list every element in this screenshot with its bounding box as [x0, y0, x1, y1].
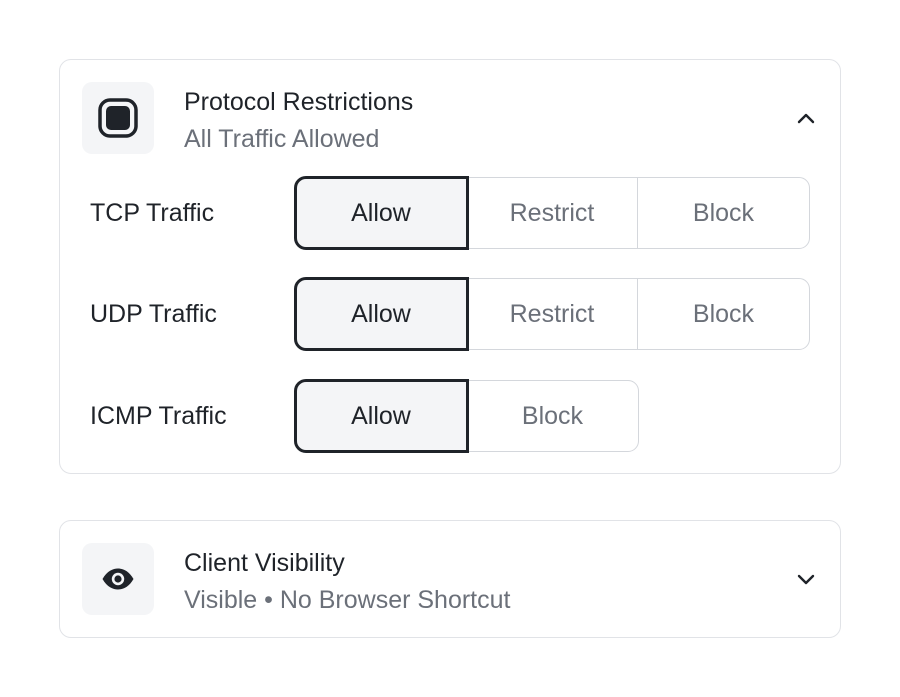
- icmp-traffic-label: ICMP Traffic: [90, 401, 227, 430]
- icmp-traffic-segmented-control: Allow Block: [294, 379, 639, 453]
- udp-allow-button[interactable]: Allow: [294, 277, 469, 351]
- tcp-block-button[interactable]: Block: [638, 178, 809, 248]
- icmp-allow-button[interactable]: Allow: [294, 379, 469, 453]
- icmp-traffic-row: ICMP Traffic Allow Block: [60, 379, 840, 453]
- udp-traffic-segmented-control: Allow Restrict Block: [294, 277, 810, 351]
- chevron-up-icon[interactable]: [794, 106, 818, 130]
- icmp-block-button[interactable]: Block: [467, 381, 638, 451]
- protocol-restrictions-header[interactable]: Protocol Restrictions All Traffic Allowe…: [60, 60, 840, 178]
- udp-traffic-label: UDP Traffic: [90, 299, 217, 328]
- client-visibility-subtitle: Visible • No Browser Shortcut: [184, 586, 511, 614]
- udp-traffic-row: UDP Traffic Allow Restrict Block: [60, 277, 840, 351]
- client-visibility-header[interactable]: Client Visibility Visible • No Browser S…: [60, 521, 840, 639]
- tcp-allow-button[interactable]: Allow: [294, 176, 469, 250]
- client-visibility-card: Client Visibility Visible • No Browser S…: [59, 520, 841, 638]
- eye-icon: [82, 543, 154, 615]
- tcp-restrict-button[interactable]: Restrict: [467, 178, 638, 248]
- tcp-traffic-segmented-control: Allow Restrict Block: [294, 176, 810, 250]
- protocol-restrictions-card: Protocol Restrictions All Traffic Allowe…: [59, 59, 841, 474]
- udp-restrict-button[interactable]: Restrict: [467, 279, 638, 349]
- tcp-traffic-label: TCP Traffic: [90, 198, 215, 227]
- chevron-down-icon[interactable]: [794, 567, 818, 591]
- udp-block-button[interactable]: Block: [638, 279, 809, 349]
- stop-square-icon: [82, 82, 154, 154]
- protocol-restrictions-title: Protocol Restrictions: [184, 88, 414, 116]
- protocol-restrictions-subtitle: All Traffic Allowed: [184, 125, 380, 153]
- client-visibility-title: Client Visibility: [184, 549, 345, 577]
- tcp-traffic-row: TCP Traffic Allow Restrict Block: [60, 176, 840, 250]
